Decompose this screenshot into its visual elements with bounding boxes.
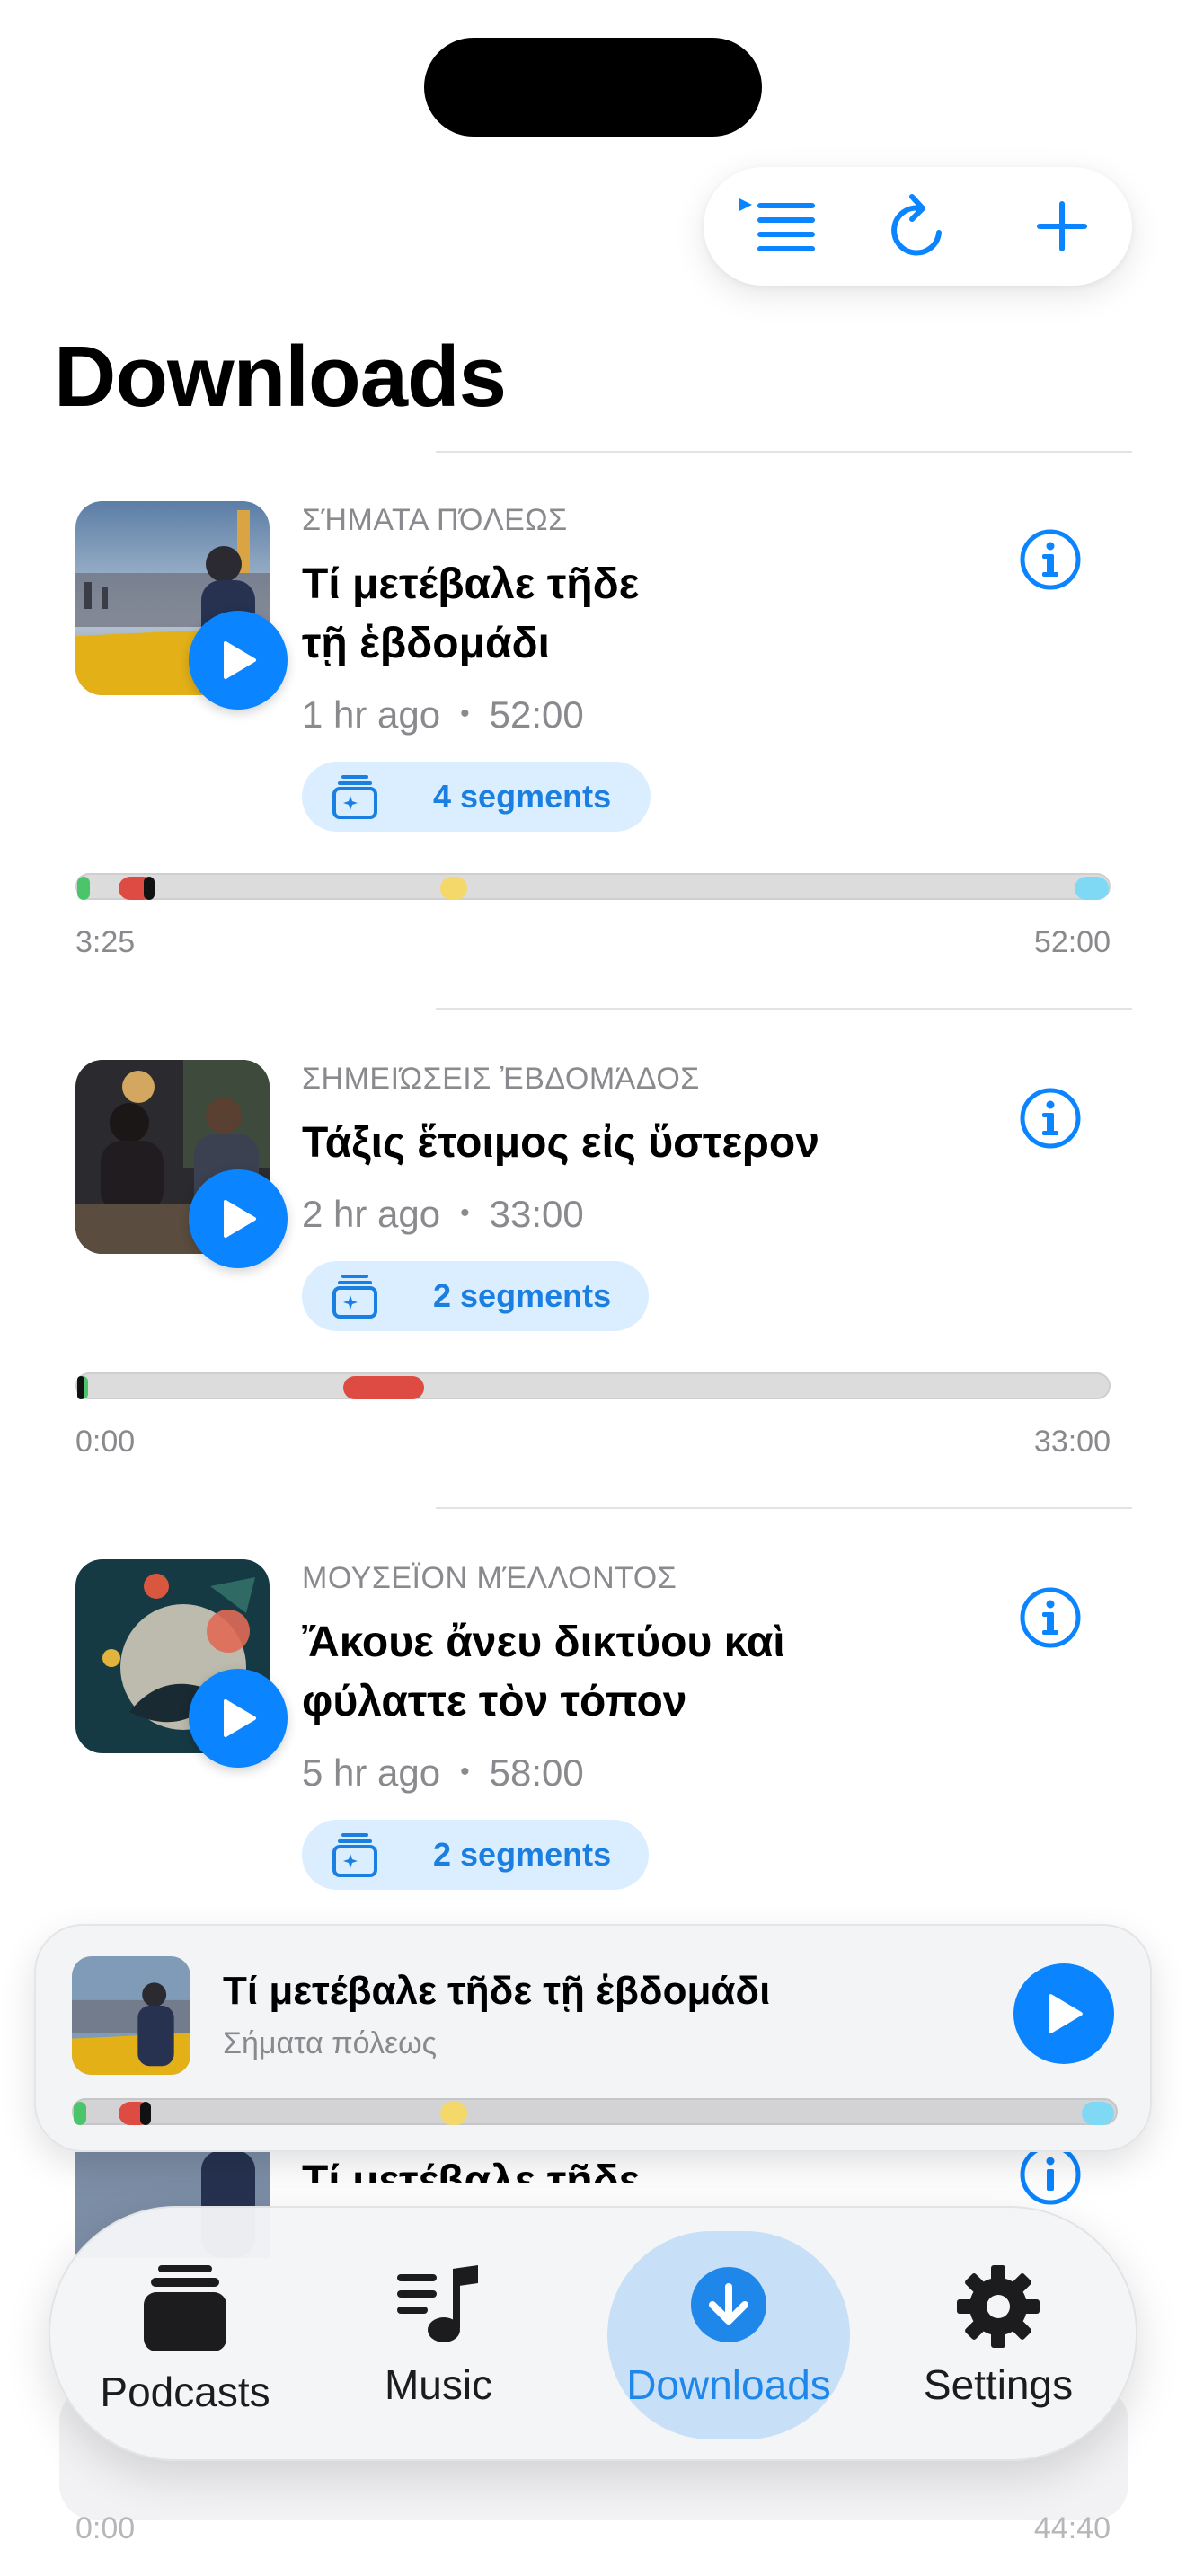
segments-button[interactable]: 2 segments bbox=[302, 1820, 649, 1890]
info-icon bbox=[1020, 529, 1081, 590]
episode-play-button[interactable] bbox=[189, 611, 288, 710]
queue-list-button[interactable] bbox=[736, 185, 826, 268]
tab-label: Downloads bbox=[626, 2361, 831, 2408]
segments-stack-icon bbox=[332, 775, 377, 819]
tab-label: Podcasts bbox=[100, 2369, 270, 2415]
episode-info-button[interactable] bbox=[1019, 1087, 1082, 1150]
mini-player-title: Τί μετέβαλε τῆδε τῇ ἑβδομάδι bbox=[223, 1969, 771, 2013]
tab-settings[interactable]: Settings bbox=[886, 2208, 1111, 2463]
segment-marker bbox=[1075, 877, 1109, 900]
refresh-icon bbox=[891, 194, 942, 256]
podcasts-stack-icon bbox=[144, 2265, 226, 2351]
queue-list-icon bbox=[739, 198, 815, 251]
episode-progress-track[interactable] bbox=[75, 873, 1111, 900]
refresh-button[interactable] bbox=[873, 185, 963, 268]
episode-meta: 2 hr ago • 33:00 bbox=[302, 1193, 584, 1235]
episode-age: 2 hr ago bbox=[302, 1193, 441, 1235]
segments-button[interactable]: 4 segments bbox=[302, 762, 651, 832]
info-icon bbox=[1020, 1088, 1081, 1149]
episode-title: Τί μετέβαλε τῆδε τῇ ἑβδομάδι bbox=[302, 560, 640, 667]
row-divider bbox=[436, 451, 1132, 453]
mini-player[interactable]: Τί μετέβαλε τῆδε τῇ ἑβδομάδι Σήματα πόλε… bbox=[34, 1924, 1152, 2152]
episode-show-name: ΜΟΥΣΕΪΟΝ ΜΈΛΛΟΝΤΟΣ bbox=[302, 1561, 677, 1595]
segments-label: 4 segments bbox=[433, 778, 612, 815]
episode-meta: 1 hr ago • 52:00 bbox=[302, 693, 584, 736]
episode-show-name: ΣΉΜΑΤΑ ΠΌΛΕΩΣ bbox=[302, 503, 568, 537]
segment-marker bbox=[440, 2102, 467, 2125]
info-icon bbox=[1020, 1587, 1081, 1648]
progress-elapsed: 0:00 bbox=[75, 2511, 136, 2545]
music-note-list-icon bbox=[397, 2265, 478, 2342]
episode-play-button[interactable] bbox=[189, 1169, 288, 1268]
segments-label: 2 segments bbox=[433, 1836, 612, 1873]
gear-icon bbox=[957, 2265, 1040, 2348]
segment-marker bbox=[1082, 2102, 1114, 2125]
episode-age: 1 hr ago bbox=[302, 693, 441, 736]
segments-stack-icon bbox=[332, 1833, 377, 1877]
segments-button[interactable]: 2 segments bbox=[302, 1261, 649, 1331]
top-toolbar bbox=[704, 167, 1132, 286]
episode-title: Τί μετέβαλε τῆδε bbox=[302, 2157, 640, 2183]
episode-duration: 52:00 bbox=[489, 693, 584, 736]
playhead[interactable] bbox=[140, 2102, 151, 2125]
play-icon bbox=[224, 1699, 256, 1737]
tab-music[interactable]: Music bbox=[349, 2208, 528, 2463]
episode-duration: 58:00 bbox=[489, 1751, 584, 1794]
episode-duration: 33:00 bbox=[489, 1193, 584, 1235]
episode-info-button[interactable] bbox=[1019, 528, 1082, 591]
tab-bar: Podcasts Music Downloads Settings bbox=[49, 2206, 1137, 2461]
playhead[interactable] bbox=[144, 877, 155, 900]
playhead[interactable] bbox=[77, 1376, 84, 1399]
episode-progress-track[interactable] bbox=[75, 1372, 1111, 1399]
page-title: Downloads bbox=[54, 329, 507, 425]
tab-downloads[interactable]: Downloads bbox=[607, 2208, 850, 2463]
episode-info-button[interactable] bbox=[1019, 1586, 1082, 1649]
mini-player-play-button[interactable] bbox=[1013, 1963, 1114, 2064]
progress-total: 44:40 bbox=[1033, 2511, 1111, 2545]
info-icon bbox=[1020, 2152, 1081, 2205]
mini-player-artwork bbox=[72, 1956, 190, 2075]
episode-meta: 5 hr ago • 58:00 bbox=[302, 1751, 584, 1794]
tab-podcasts[interactable]: Podcasts bbox=[77, 2208, 293, 2463]
episode-info-button[interactable] bbox=[1019, 2152, 1082, 2210]
episode-title: Ἄκουε ἄνευ δικτύου καὶ φύλαττε τὸν τόπον bbox=[302, 1619, 785, 1725]
progress-total: 52:00 bbox=[1033, 925, 1111, 959]
segment-marker bbox=[343, 1376, 424, 1399]
play-icon bbox=[1049, 1994, 1083, 2033]
play-icon bbox=[224, 641, 256, 679]
add-button[interactable] bbox=[1017, 185, 1107, 268]
progress-elapsed: 0:00 bbox=[75, 1425, 136, 1459]
progress-total: 33:00 bbox=[1033, 1425, 1111, 1459]
plus-icon bbox=[1037, 201, 1087, 251]
row-divider bbox=[436, 1008, 1132, 1010]
episode-age: 5 hr ago bbox=[302, 1751, 441, 1794]
download-circle-icon bbox=[691, 2267, 766, 2342]
row-divider bbox=[436, 1507, 1132, 1509]
episode-play-button[interactable] bbox=[189, 1669, 288, 1768]
tab-label: Music bbox=[384, 2361, 493, 2408]
segments-stack-icon bbox=[332, 1275, 377, 1319]
tab-label: Settings bbox=[923, 2361, 1074, 2408]
play-icon bbox=[224, 1200, 256, 1238]
segment-marker bbox=[74, 2102, 86, 2125]
episode-title: Τάξις ἕτοιμος εἰς ὕστερον bbox=[302, 1119, 819, 1167]
mini-player-progress-track[interactable] bbox=[72, 2098, 1118, 2125]
episode-show-name: ΣΗΜΕΙΏΣΕΙΣ ἘΒΔΟΜΆΔΟΣ bbox=[302, 1062, 700, 1096]
segment-marker bbox=[77, 877, 90, 900]
mini-player-subtitle: Σήματα πόλεως bbox=[223, 2026, 438, 2060]
segment-marker bbox=[440, 877, 467, 900]
segments-label: 2 segments bbox=[433, 1277, 612, 1314]
progress-elapsed: 3:25 bbox=[75, 925, 136, 959]
dynamic-island bbox=[424, 38, 762, 137]
